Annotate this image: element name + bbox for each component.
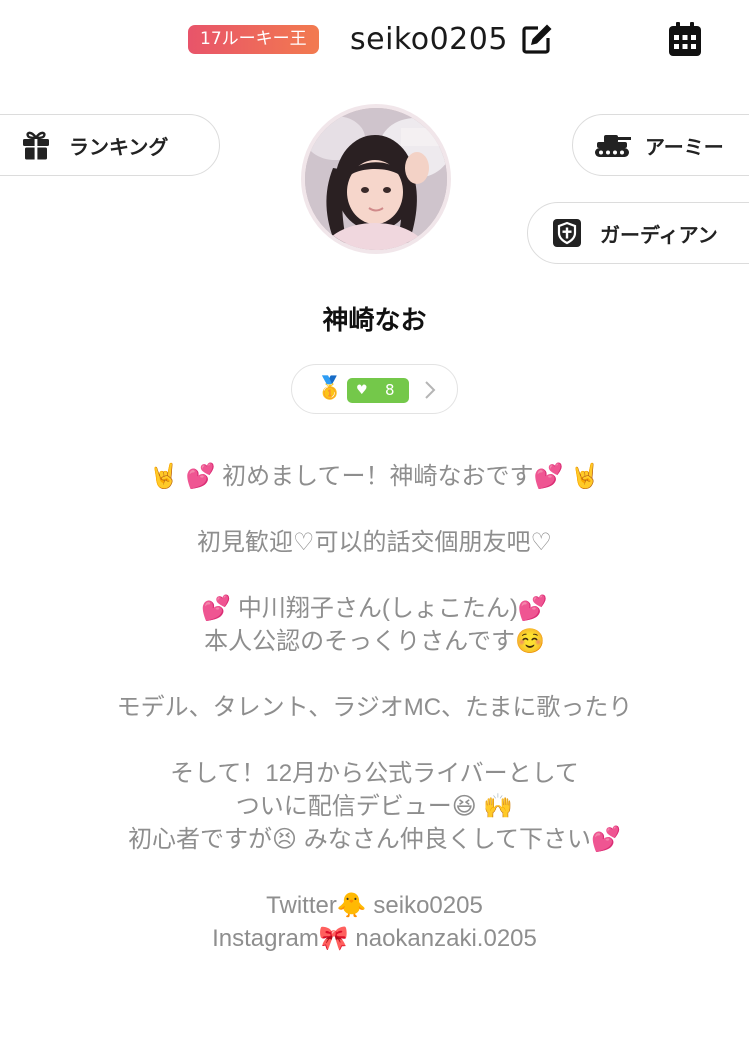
display-name: 神崎なお	[322, 306, 427, 336]
bio-text: 🤘 💕 初めましてー！神崎なおです💕 🤘 初見歓迎♡可以的話交個朋友吧♡ 💕 中…	[0, 460, 749, 955]
gift-icon	[21, 130, 51, 160]
bio-spacer	[0, 658, 749, 691]
bio-line: 💕 中川翔子さん(しょこたん)💕	[201, 595, 548, 622]
ranking-button[interactable]: ランキング	[0, 114, 220, 176]
bio-line: 初見歓迎♡可以的話交個朋友吧♡	[196, 529, 553, 556]
fan-level-chip[interactable]: 🥇 ♥ 8	[291, 364, 458, 414]
bio-twitter: Twitter🐥 seiko0205	[266, 892, 483, 919]
bio-line: 本人公認のそっくりさんです☺️	[204, 628, 545, 655]
calendar-icon[interactable]	[667, 22, 703, 56]
avatar[interactable]	[301, 104, 451, 254]
bio-line: そして！12月から公式ライバーとして	[170, 760, 579, 787]
like-count: 8	[385, 381, 395, 399]
edit-icon[interactable]	[520, 22, 554, 56]
profile-header: 17ルーキー王 seiko0205	[0, 0, 749, 80]
bio-spacer	[0, 559, 749, 592]
bio-line: 初心者ですが😣 みなさん仲良くして下さい💕	[128, 826, 621, 853]
rookie-badge: 17ルーキー王	[188, 25, 319, 54]
army-label: アーミー	[645, 134, 724, 159]
bio-line: 🤘 💕 初めましてー！神崎なおです💕 🤘	[149, 463, 600, 490]
bio-spacer	[0, 724, 749, 757]
guardian-label: ガーディアン	[600, 222, 718, 247]
bio-spacer	[0, 493, 749, 526]
heart-icon: ♥	[356, 383, 368, 398]
bio-line: ついに配信デビュー😆 🙌	[235, 793, 514, 820]
rank-medal-icon: 🥇	[316, 376, 344, 401]
bio-instagram: Instagram🎀 naokanzaki.0205	[212, 925, 537, 952]
bio-spacer	[0, 856, 749, 889]
army-button[interactable]: アーミー	[572, 114, 749, 176]
tank-icon	[593, 130, 633, 160]
ranking-label: ランキング	[69, 134, 169, 159]
guardian-button[interactable]: ガーディアン	[527, 202, 749, 264]
chevron-right-icon	[422, 377, 438, 403]
like-count-badge: ♥ 8	[347, 378, 409, 403]
shield-icon	[552, 218, 582, 248]
bio-line: モデル、タレント、ラジオMC、たまに歌ったり	[116, 694, 633, 721]
username: seiko0205	[350, 22, 508, 57]
